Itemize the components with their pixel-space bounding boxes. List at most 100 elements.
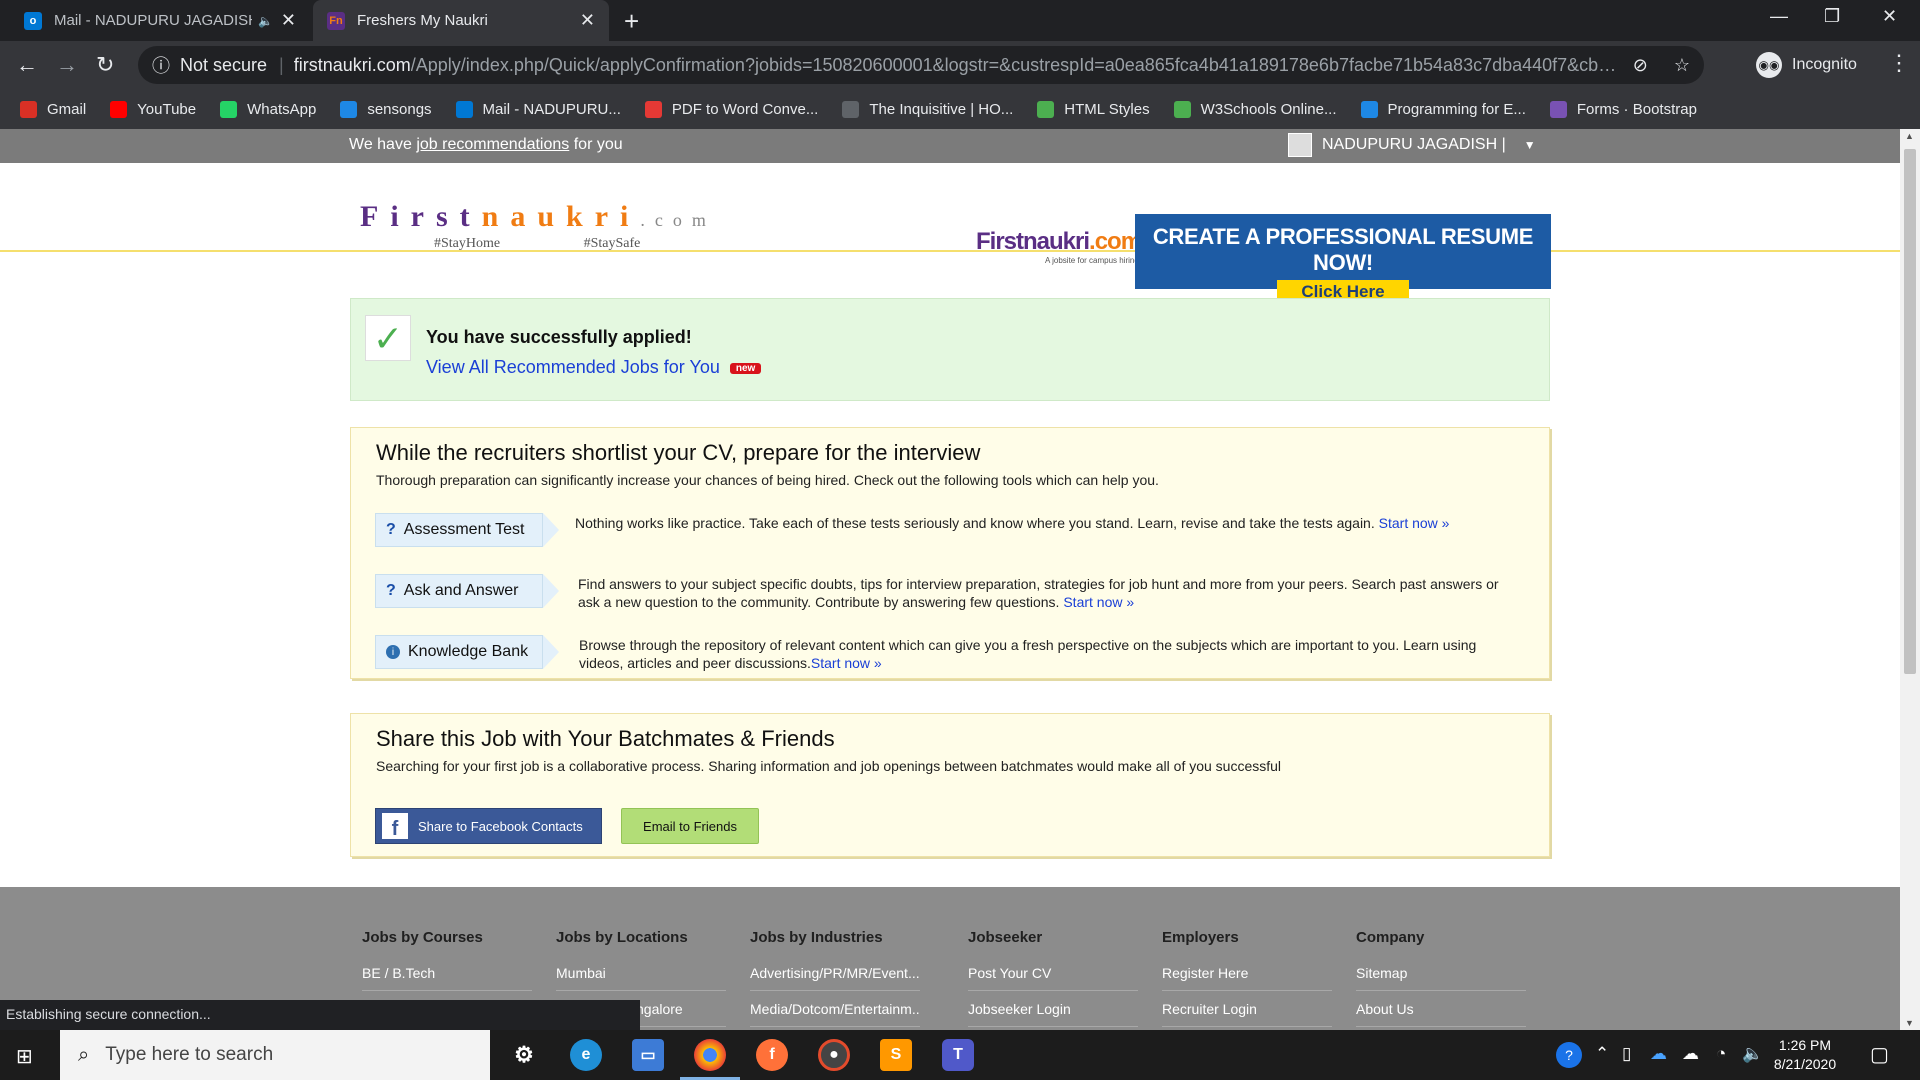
back-icon[interactable]: ←: [16, 52, 38, 78]
w3-icon: [1173, 100, 1191, 118]
taskbar-search[interactable]: ⌕ Type here to search: [60, 1030, 490, 1080]
bookmark-label: PDF to Word Conve...: [671, 100, 819, 118]
bookmark-item[interactable]: Programming for E...: [1360, 100, 1526, 118]
facebook-icon: f: [382, 813, 408, 839]
bookmark-item[interactable]: WhatsApp: [220, 100, 317, 118]
footer-link[interactable]: Mumbai: [556, 965, 726, 991]
footer-heading: Jobs by Industries: [750, 929, 883, 946]
scroll-down-icon[interactable]: ▼: [1905, 1018, 1914, 1028]
edge-icon[interactable]: e: [570, 1039, 602, 1071]
search-icon: ⌕: [78, 1043, 90, 1066]
bookmark-item[interactable]: YouTube: [110, 100, 196, 118]
tool-desc-text: Browse through the repository of relevan…: [579, 637, 1477, 671]
start-now-link[interactable]: Start now »: [811, 655, 882, 671]
share-facebook-button[interactable]: f Share to Facebook Contacts: [375, 808, 602, 844]
onedrive-icon[interactable]: ☁: [1650, 1044, 1667, 1064]
info-icon[interactable]: ⓘ: [152, 52, 170, 78]
bookmark-label: WhatsApp: [247, 100, 317, 118]
footer-column: Company Sitemap About Us: [1356, 929, 1526, 1030]
bookmark-item[interactable]: Gmail: [20, 100, 87, 118]
footer-heading: Jobseeker: [968, 929, 1043, 946]
media-player-icon[interactable]: ●: [818, 1039, 850, 1071]
start-now-link[interactable]: Start now »: [1379, 515, 1450, 531]
whatsapp-icon: [220, 100, 238, 118]
footer-link[interactable]: Register Here: [1162, 965, 1332, 991]
tab-freshers-my-naukri[interactable]: Fn Freshers My Naukri ✕: [313, 0, 609, 41]
footer-column: Jobseeker Post Your CV Jobseeker Login: [968, 929, 1138, 1030]
rec-suffix: for you: [573, 136, 623, 153]
bookmark-label: Gmail: [47, 100, 87, 118]
footer-link[interactable]: Post Your CV: [968, 965, 1138, 991]
knowledge-bank-button[interactable]: i Knowledge Bank: [375, 635, 559, 669]
bookmark-label: Programming for E...: [1387, 100, 1526, 118]
bookmark-item[interactable]: W3Schools Online...: [1173, 100, 1337, 118]
link-icon: [1360, 100, 1378, 118]
assessment-test-button[interactable]: ? Assessment Test: [375, 513, 559, 547]
reload-icon[interactable]: ↻: [96, 52, 114, 78]
wifi-icon[interactable]: ◔: [1716, 1044, 1726, 1064]
footer-link[interactable]: Advertising/PR/MR/Event...: [750, 965, 920, 991]
cloud-icon[interactable]: ☁: [1682, 1044, 1699, 1064]
footer-link[interactable]: Jobseeker Login: [968, 1001, 1138, 1027]
footer-link[interactable]: About Us: [1356, 1001, 1526, 1027]
speaker-icon[interactable]: 🔈: [258, 14, 273, 28]
minimize-icon[interactable]: —: [1770, 6, 1788, 27]
pdf-icon: [644, 100, 662, 118]
windows-start-icon[interactable]: ⊞: [16, 1044, 33, 1069]
footer-link[interactable]: Recruiter Login: [1162, 1001, 1332, 1027]
help-icon[interactable]: ?: [1556, 1042, 1582, 1068]
tool-label: Knowledge Bank: [408, 643, 529, 660]
scrollbar-thumb[interactable]: [1904, 149, 1916, 674]
bookmark-label: sensongs: [367, 100, 432, 118]
page-scrollbar[interactable]: ▲ ▼: [1900, 129, 1920, 1030]
user-menu[interactable]: NADUPURU JAGADISH | ▼: [1288, 133, 1536, 157]
firefox-icon[interactable]: f: [756, 1039, 788, 1071]
bookmark-item[interactable]: sensongs: [340, 100, 432, 118]
ask-and-answer-button[interactable]: ? Ask and Answer: [375, 574, 559, 608]
recommended-jobs-row: View All Recommended Jobs for You new: [426, 357, 762, 378]
resume-banner[interactable]: CREATE A PROFESSIONAL RESUME NOW! Click …: [1135, 214, 1551, 304]
restore-icon[interactable]: ❐: [1824, 6, 1840, 27]
footer-link[interactable]: BE / B.Tech: [362, 965, 532, 991]
clock[interactable]: 1:26 PM 8/21/2020: [1760, 1036, 1850, 1074]
footer-link[interactable]: Sitemap: [1356, 965, 1526, 991]
chevron-up-icon[interactable]: ⌃: [1595, 1044, 1609, 1064]
forward-icon[interactable]: →: [56, 52, 78, 78]
close-tab-icon[interactable]: ✕: [281, 10, 296, 31]
footer-link[interactable]: Media/Dotcom/Entertainm...: [750, 1001, 920, 1027]
chrome-icon[interactable]: [680, 1039, 740, 1080]
bookmark-item[interactable]: HTML Styles: [1037, 100, 1150, 118]
file-explorer-icon[interactable]: ▭: [632, 1039, 664, 1071]
sublime-text-icon[interactable]: S: [880, 1039, 912, 1071]
start-now-link[interactable]: Start now »: [1063, 594, 1134, 610]
globe-icon: [842, 100, 860, 118]
firstnaukri-logo[interactable]: Firstnaukri.com #StayHome #StaySafe: [360, 200, 716, 252]
tab-mail[interactable]: o Mail - NADUPURU JAGADISH 🔈 ✕: [10, 0, 310, 41]
eye-off-icon[interactable]: ⊘: [1633, 55, 1648, 76]
w3-icon: [1037, 100, 1055, 118]
site-header: Firstnaukri.com #StayHome #StaySafe Firs…: [0, 163, 1900, 304]
address-bar[interactable]: ⓘ Not secure | firstnaukri.com /Apply/in…: [138, 46, 1704, 84]
star-icon[interactable]: ☆: [1674, 55, 1690, 76]
email-button-label: Email to Friends: [643, 818, 737, 834]
bookmark-item[interactable]: PDF to Word Conve...: [644, 100, 819, 118]
bookmark-item[interactable]: Mail - NADUPURU...: [455, 100, 621, 118]
bookmark-item[interactable]: The Inquisitive | HO...: [842, 100, 1013, 118]
question-icon: ?: [386, 521, 396, 538]
new-tab-button[interactable]: +: [624, 6, 639, 37]
incognito-indicator[interactable]: ◉◉ Incognito: [1756, 50, 1857, 80]
close-tab-icon[interactable]: ✕: [580, 10, 595, 31]
scroll-up-icon[interactable]: ▲: [1905, 131, 1914, 141]
view-recommended-jobs-link[interactable]: View All Recommended Jobs for You: [426, 357, 720, 377]
settings-icon[interactable]: ⚙: [508, 1039, 540, 1071]
menu-icon[interactable]: ⋮: [1888, 50, 1910, 76]
bootstrap-icon: [1549, 100, 1567, 118]
job-recommendations-link[interactable]: job recommendations: [416, 136, 569, 153]
email-friends-button[interactable]: Email to Friends: [621, 808, 759, 844]
battery-icon[interactable]: ▯: [1622, 1044, 1631, 1064]
close-window-icon[interactable]: ✕: [1882, 6, 1897, 27]
teams-icon[interactable]: T: [942, 1039, 974, 1071]
notifications-icon[interactable]: ▢: [1870, 1042, 1889, 1067]
sensongs-icon: [340, 100, 358, 118]
bookmark-item[interactable]: Forms · Bootstrap: [1549, 100, 1697, 118]
